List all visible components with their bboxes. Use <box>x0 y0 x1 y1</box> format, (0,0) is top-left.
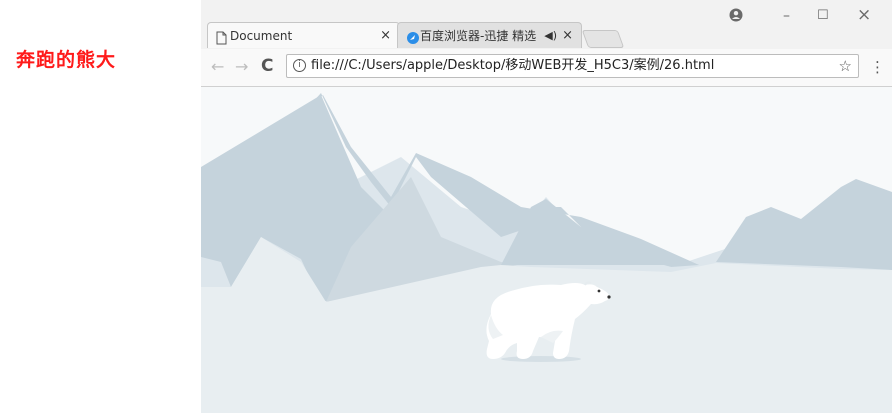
toolbar: ← → C i file:///C:/Users/apple/Desktop/移… <box>201 49 892 87</box>
back-icon[interactable]: ← <box>211 57 224 76</box>
url-text: file:///C:/Users/apple/Desktop/移动WEB开发_H… <box>311 58 715 73</box>
baidu-browser-icon <box>406 28 420 48</box>
tab-document-label: Document <box>230 29 293 43</box>
tab-baidu-label: 百度浏览器-迅捷 精选 <box>420 29 537 43</box>
close-tab-icon[interactable]: × <box>562 23 573 48</box>
slide-title: 奔跑的熊大 <box>16 49 117 71</box>
close-tab-icon[interactable]: × <box>380 23 391 48</box>
maximize-icon[interactable]: ☐ <box>817 8 829 23</box>
address-bar[interactable]: i file:///C:/Users/apple/Desktop/移动WEB开发… <box>286 54 859 78</box>
minimize-icon[interactable]: – <box>783 8 790 24</box>
new-tab-button[interactable] <box>581 30 625 48</box>
info-icon[interactable]: i <box>293 59 306 72</box>
menu-icon[interactable]: ⋮ <box>870 58 885 76</box>
window-close-icon[interactable]: × <box>857 5 871 25</box>
forward-icon[interactable]: → <box>235 57 248 76</box>
bookmark-star-icon[interactable]: ☆ <box>839 55 852 77</box>
tab-document[interactable]: Document × <box>207 22 400 48</box>
tab-baidu-browser[interactable]: 百度浏览器-迅捷 精选 ◀) × <box>397 22 582 48</box>
browser-window: Document × 百度浏览器-迅捷 精选 ◀) × – ☐ × ← → C … <box>201 0 892 413</box>
audio-playing-icon[interactable]: ◀) <box>544 23 557 48</box>
page-icon <box>216 28 227 48</box>
page-viewport <box>201 87 892 413</box>
arctic-scene <box>201 87 892 413</box>
tab-strip: Document × 百度浏览器-迅捷 精选 ◀) × – ☐ × <box>201 0 892 49</box>
account-icon[interactable] <box>729 8 743 26</box>
reload-icon[interactable]: C <box>261 56 273 76</box>
bear-shadow <box>501 356 581 362</box>
